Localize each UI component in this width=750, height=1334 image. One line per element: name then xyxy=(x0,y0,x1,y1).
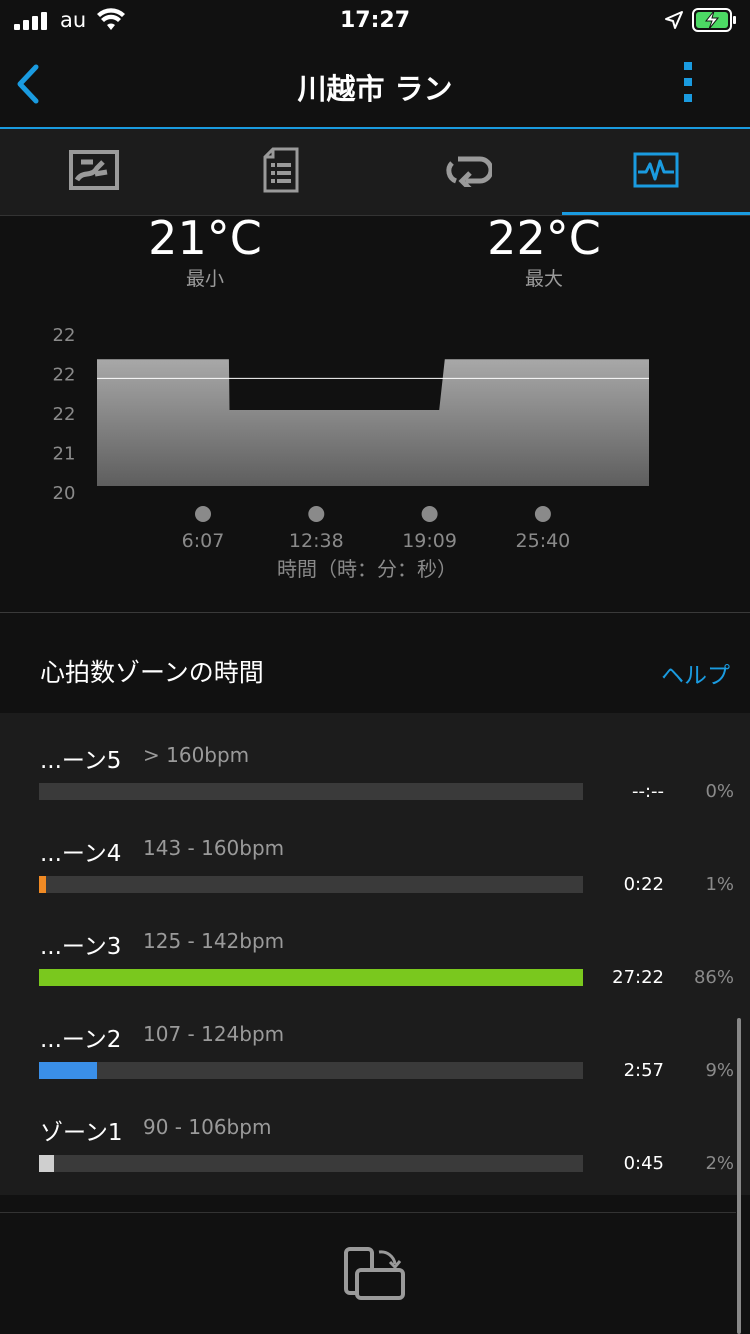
zone-time: 27:22 xyxy=(612,967,664,988)
more-options-icon[interactable] xyxy=(684,62,692,102)
x-axis-label: 時間（時：分：秒） xyxy=(277,557,457,581)
x-tick-label: 19:09 xyxy=(402,530,457,552)
zone-bar-track xyxy=(39,969,583,986)
min-temperature-label: 最小 xyxy=(185,268,224,290)
min-temperature: 21°C 最小 xyxy=(95,212,315,291)
y-tick-label: 21 xyxy=(53,444,76,465)
bottom-divider xyxy=(0,1212,736,1213)
hr-zone-1: ゾーン1 90 - 106bpm 0:45 2% xyxy=(0,1085,750,1178)
zone-range: 90 - 106bpm xyxy=(143,1115,272,1139)
zone-range: > 160bpm xyxy=(143,743,250,767)
tab-graphs[interactable] xyxy=(562,129,750,215)
zone-percent: 9% xyxy=(705,1060,734,1081)
zone-range: 125 - 142bpm xyxy=(143,929,285,953)
tab-bar xyxy=(0,129,750,215)
tab-laps[interactable] xyxy=(374,129,561,215)
zone-range: 143 - 160bpm xyxy=(143,836,285,860)
location-arrow-icon xyxy=(664,10,684,34)
rotate-device-icon[interactable] xyxy=(343,1246,407,1306)
y-tick-label: 22 xyxy=(53,365,76,386)
graph-icon xyxy=(633,152,679,192)
x-tick-marker xyxy=(534,506,551,522)
hr-zones-heading: 心拍数ゾーンの時間 xyxy=(40,658,264,687)
x-tick-label: 6:07 xyxy=(182,530,225,552)
map-icon xyxy=(68,150,119,194)
x-tick-marker xyxy=(421,506,438,522)
zone-name: ...ーン3 xyxy=(40,934,122,960)
zone-range: 107 - 124bpm xyxy=(143,1022,285,1046)
x-tick-label: 12:38 xyxy=(289,530,344,552)
max-temperature-label: 最大 xyxy=(524,268,563,290)
zone-name: ...ーン2 xyxy=(40,1027,122,1053)
details-list-icon xyxy=(263,147,299,197)
zone-percent: 86% xyxy=(693,967,734,988)
zone-bar-fill xyxy=(39,1155,54,1172)
x-tick-label: 25:40 xyxy=(516,530,571,552)
zone-time: 0:45 xyxy=(623,1153,664,1174)
max-temperature-value: 22°C xyxy=(487,211,601,265)
hr-zones-list: ...ーン5 > 160bpm --:-- 0% ...ーン4 143 - 16… xyxy=(0,713,750,1195)
zone-percent: 2% xyxy=(705,1153,734,1174)
hr-zone-3: ...ーン3 125 - 142bpm 27:22 86% xyxy=(0,899,750,992)
min-temperature-value: 21°C xyxy=(148,211,262,265)
battery-charging-icon xyxy=(692,8,738,36)
zone-name: ...ーン5 xyxy=(40,748,122,774)
zone-time: 0:22 xyxy=(623,874,664,895)
zone-time: --:-- xyxy=(631,781,664,802)
zone-percent: 0% xyxy=(705,781,734,802)
hr-zones-header: 心拍数ゾーンの時間 ヘルプ xyxy=(0,613,750,713)
zone-bar-track xyxy=(39,1155,583,1172)
x-tick-marker xyxy=(308,506,325,522)
zone-bar-fill xyxy=(39,969,583,986)
max-temperature: 22°C 最大 xyxy=(434,212,654,291)
temperature-chart[interactable]: 22 22 22 21 20 6:07 12:38 19:09 25:40 時間（時：分：秒） xyxy=(0,300,750,600)
hr-zone-2: ...ーン2 107 - 124bpm 2:57 9% xyxy=(0,992,750,1085)
navigation-bar: 川越市 ラン xyxy=(0,40,750,128)
zone-bar-track xyxy=(39,783,583,800)
y-tick-label: 22 xyxy=(53,325,76,346)
status-bar: au 17:27 xyxy=(0,0,750,40)
zone-name: ゾーン1 xyxy=(40,1120,123,1146)
y-tick-label: 20 xyxy=(53,483,76,504)
status-time: 17:27 xyxy=(339,8,411,33)
laps-icon xyxy=(444,153,493,191)
tab-details[interactable] xyxy=(187,129,374,215)
y-tick-label: 22 xyxy=(53,404,76,425)
help-link[interactable]: ヘルプ xyxy=(661,656,730,690)
screen: au 17:27 川越市 ラン 21°C 最小 22°C 最大 22 22 22… xyxy=(0,0,750,1334)
zone-name: ...ーン4 xyxy=(40,841,122,867)
tab-map[interactable] xyxy=(0,129,187,215)
scrollbar[interactable] xyxy=(737,1018,741,1334)
hr-zone-5: ...ーン5 > 160bpm --:-- 0% xyxy=(0,713,750,806)
page-title: 川越市 ラン xyxy=(297,72,453,106)
zone-bar-fill xyxy=(39,876,47,893)
hr-zone-4: ...ーン4 143 - 160bpm 0:22 1% xyxy=(0,806,750,899)
zone-percent: 1% xyxy=(705,874,734,895)
x-tick-marker xyxy=(195,506,211,522)
zone-time: 2:57 xyxy=(623,1060,664,1081)
zone-bar-fill xyxy=(39,1062,98,1079)
zone-bar-track xyxy=(39,876,583,893)
zone-bar-track xyxy=(39,1062,583,1079)
